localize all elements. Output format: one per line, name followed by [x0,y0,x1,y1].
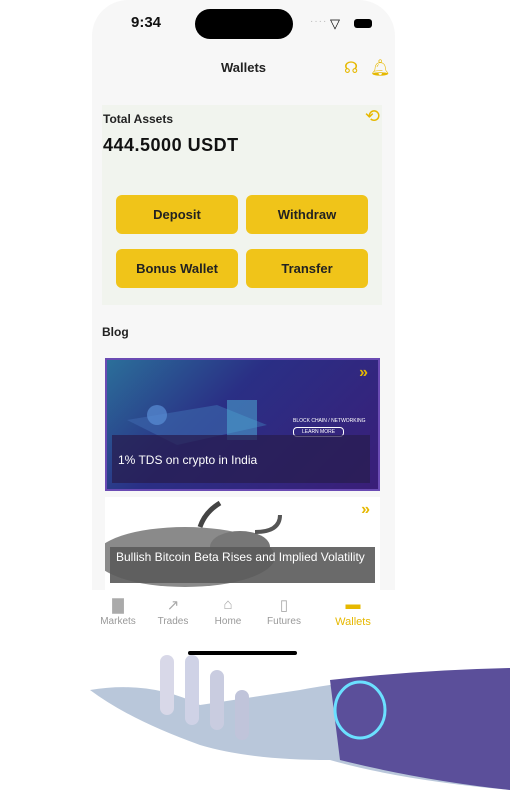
trending-up-icon: ↗ [166,597,180,614]
robot-hand-image [90,655,510,790]
status-time: 9:34 [131,14,162,31]
phone-icon: ▯ [279,597,289,614]
phone-screen: 9:34 ···· ▽ Wallets ☊ 🔔︎ Total Assets 44… [92,0,395,655]
tab-label: Wallets [335,616,371,628]
blog-post-title: Bullish Bitcoin Beta Rises and Implied V… [110,547,375,583]
bonus-wallet-button[interactable]: Bonus Wallet [116,249,238,288]
signal-icon: ···· [310,16,328,27]
banner-text: BLOCK CHAIN / NETWORKING [293,418,366,424]
tab-home[interactable]: ⌂ Home [200,596,256,627]
blog-heading: Blog [102,325,129,339]
history-icon[interactable]: ⟲ [365,106,380,127]
transfer-button[interactable]: Transfer [246,249,368,288]
support-agent-icon[interactable]: ☊ [344,58,358,78]
blog-post[interactable]: » BLOCK CHAIN / NETWORKING LEARN MORE 1%… [105,358,380,491]
tab-markets[interactable]: ▇ Markets [92,596,146,627]
tab-label: Futures [267,616,301,627]
tab-label: Markets [100,616,136,627]
wifi-icon: ▽ [330,16,340,31]
home-icon: ⌂ [223,596,233,613]
tab-trades[interactable]: ↗ Trades [145,596,201,627]
total-assets-amount: 444.5000 USDT [103,135,239,155]
withdraw-button[interactable]: Withdraw [246,195,368,234]
tab-futures[interactable]: ▯ Futures [256,596,312,627]
tab-wallets[interactable]: ▬ Wallets [325,596,381,628]
wallet-icon: ▬ [345,596,361,613]
bell-icon[interactable]: 🔔︎ [370,58,390,78]
dynamic-island [195,9,293,39]
bar-chart-icon: ▇ [112,597,124,614]
battery-icon [354,19,372,28]
bottom-tab-bar: ▇ Markets ↗ Trades ⌂ Home ▯ Futures ▬ Wallets [92,590,395,655]
total-assets-label: Total Assets [103,112,174,126]
status-bar: 9:34 ···· ▽ [92,9,395,39]
tab-label: Trades [157,616,189,627]
blog-post-title: 1% TDS on crypto in India [112,435,370,483]
total-assets-card: Total Assets 444.5000 USDT ⟲ Deposit Wit… [102,105,382,305]
deposit-button[interactable]: Deposit [116,195,238,234]
tab-label: Home [214,616,242,627]
